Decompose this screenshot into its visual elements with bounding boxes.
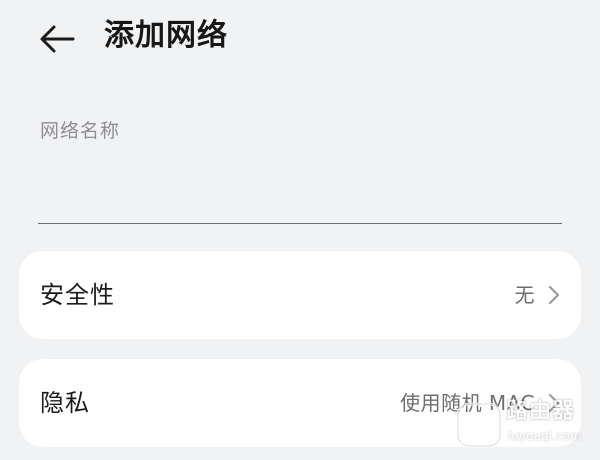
- chevron-right-icon: [548, 285, 560, 305]
- security-value: 无: [514, 283, 535, 307]
- app-header: 添加网络: [0, 0, 600, 80]
- privacy-label: 隐私: [40, 389, 90, 417]
- network-name-label: 网络名称: [40, 120, 121, 142]
- privacy-value: 使用随机 MAC: [400, 391, 535, 415]
- network-name-input[interactable]: [38, 160, 562, 224]
- security-setting-row[interactable]: 安全性 无: [19, 251, 581, 339]
- back-button[interactable]: [36, 18, 78, 60]
- arrow-left-icon: [40, 25, 75, 53]
- page-title: 添加网络: [104, 18, 228, 53]
- security-label: 安全性: [40, 281, 115, 309]
- privacy-setting-row[interactable]: 隐私 使用随机 MAC: [19, 359, 581, 447]
- chevron-right-icon: [548, 393, 560, 413]
